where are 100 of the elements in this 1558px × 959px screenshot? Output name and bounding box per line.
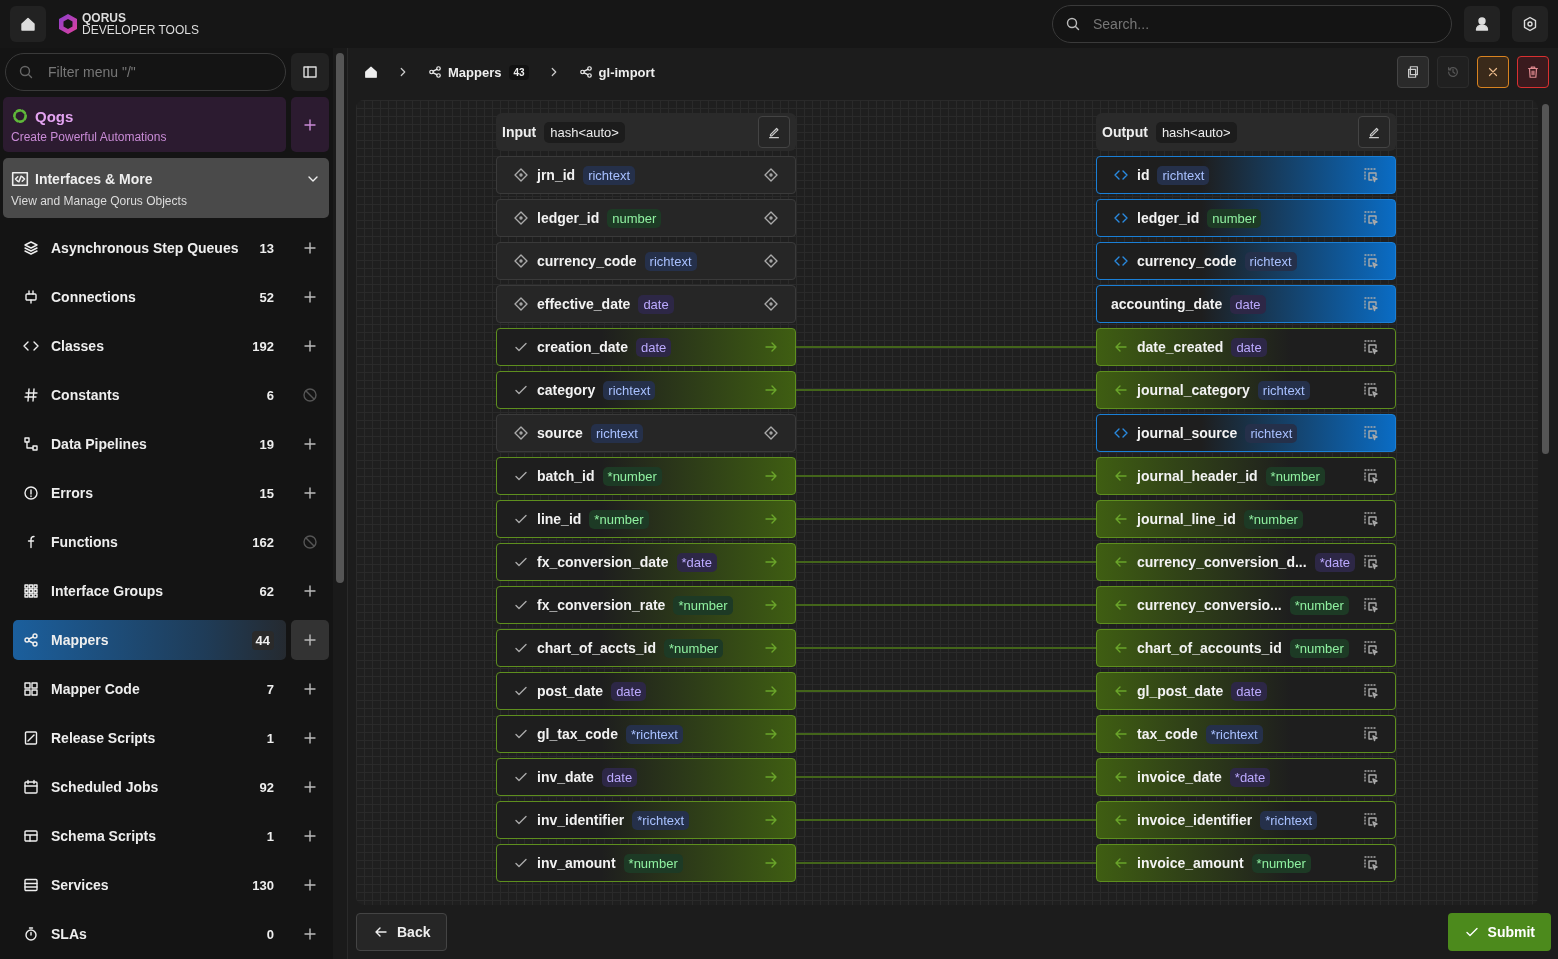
input-field-row[interactable]: inv_date date: [496, 758, 796, 796]
nav-item[interactable]: Scheduled Jobs 92: [13, 767, 286, 807]
edit-button[interactable]: [758, 116, 790, 148]
nav-item[interactable]: Connections 52: [13, 277, 286, 317]
type-tag: *richtext: [632, 810, 690, 830]
logo-icon: [58, 13, 78, 35]
nav-item[interactable]: Classes 192: [13, 326, 286, 366]
output-field-row[interactable]: currency_code richtext: [1096, 242, 1396, 280]
copy-button[interactable]: [1397, 56, 1429, 88]
nav-item[interactable]: Data Pipelines 19: [13, 424, 286, 464]
user-icon: [1474, 16, 1490, 32]
nav-item[interactable]: Release Scripts 1: [13, 718, 286, 758]
close-button[interactable]: [1477, 56, 1509, 88]
target-icon: [763, 425, 779, 441]
type-tag: *number: [673, 595, 733, 615]
submit-button[interactable]: Submit: [1447, 913, 1551, 951]
input-field-row[interactable]: effective_date date: [496, 285, 796, 323]
target-icon: [763, 210, 779, 226]
pencil-icon: [767, 125, 781, 139]
input-field-row[interactable]: fx_conversion_rate *number: [496, 586, 796, 624]
edit-button[interactable]: [1358, 116, 1390, 148]
input-field-row[interactable]: creation_date date: [496, 328, 796, 366]
nav-item[interactable]: Interface Groups 62: [13, 571, 286, 611]
output-field-row[interactable]: accounting_date date: [1096, 285, 1396, 323]
input-field-row[interactable]: ledger_id number: [496, 199, 796, 237]
section-header[interactable]: Interfaces & More View and Manage Qorus Objects: [3, 158, 329, 218]
pencil-icon: [1367, 125, 1381, 139]
nav-item[interactable]: Asynchronous Step Queues 13: [13, 228, 286, 268]
select-cursor-icon: [1363, 597, 1379, 613]
output-field-row[interactable]: journal_source richtext: [1096, 414, 1396, 452]
type-tag: richtext: [1245, 423, 1298, 443]
type-tag: *number: [1243, 509, 1303, 529]
nav-item[interactable]: Mappers 44: [13, 620, 286, 660]
input-field-row[interactable]: source richtext: [496, 414, 796, 452]
home-button[interactable]: [10, 6, 46, 42]
settings-button[interactable]: [1512, 6, 1548, 42]
target-icon: [763, 253, 779, 269]
input-field-row[interactable]: jrn_id richtext: [496, 156, 796, 194]
input-field-row[interactable]: currency_code richtext: [496, 242, 796, 280]
type-tag: *date: [1314, 552, 1355, 572]
input-field-row[interactable]: chart_of_accts_id *number: [496, 629, 796, 667]
output-field-row[interactable]: currency_conversio... *number: [1096, 586, 1396, 624]
qogs-subtitle: Create Powerful Automations: [11, 130, 168, 144]
output-field-row[interactable]: tax_code *richtext: [1096, 715, 1396, 753]
output-field-row[interactable]: journal_line_id *number: [1096, 500, 1396, 538]
output-field-row[interactable]: gl_post_date date: [1096, 672, 1396, 710]
qogs-card[interactable]: Qogs Create Powerful Automations: [3, 97, 286, 152]
history-icon: [1446, 65, 1460, 79]
type-tag: date: [1231, 337, 1267, 357]
input-field-row[interactable]: fx_conversion_date *date: [496, 543, 796, 581]
type-tag: hash<auto>: [1155, 121, 1237, 143]
breadcrumb-link[interactable]: Mappers 43: [428, 64, 529, 80]
output-field-row[interactable]: invoice_date *date: [1096, 758, 1396, 796]
output-field-row[interactable]: currency_conversion_d... *date: [1096, 543, 1396, 581]
input-field-row[interactable]: batch_id *number: [496, 457, 796, 495]
delete-button[interactable]: [1517, 56, 1549, 88]
user-button[interactable]: [1464, 6, 1500, 42]
home-icon: [364, 65, 378, 79]
search-field[interactable]: Search...: [1052, 5, 1452, 43]
scrollbar-thumb[interactable]: [1541, 104, 1549, 454]
output-field-row[interactable]: invoice_amount *number: [1096, 844, 1396, 882]
sidebar-toggle-button[interactable]: [291, 53, 329, 91]
alert-circle-icon: [23, 485, 39, 501]
input-field-row[interactable]: inv_amount *number: [496, 844, 796, 882]
type-tag: richtext: [1257, 380, 1310, 400]
breadcrumb-link[interactable]: gl-import: [578, 64, 655, 80]
output-field-row[interactable]: invoice_identifier *richtext: [1096, 801, 1396, 839]
select-cursor-icon: [1363, 210, 1379, 226]
add-button[interactable]: [291, 620, 329, 660]
back-button[interactable]: Back: [356, 913, 448, 951]
input-field-row[interactable]: category richtext: [496, 371, 796, 409]
nav-item[interactable]: Schema Scripts 1: [13, 816, 286, 856]
mapper-icon: [578, 65, 593, 79]
output-field-row[interactable]: date_created date: [1096, 328, 1396, 366]
home-link[interactable]: [364, 65, 378, 79]
input-field-row[interactable]: post_date date: [496, 672, 796, 710]
type-tag: richtext: [1157, 165, 1210, 185]
input-field-row[interactable]: line_id *number: [496, 500, 796, 538]
filter-input[interactable]: Filter menu "/": [46, 63, 273, 81]
type-tag: date: [1231, 681, 1267, 701]
output-field-row[interactable]: chart_of_accounts_id *number: [1096, 629, 1396, 667]
select-cursor-icon: [1363, 812, 1379, 828]
qogs-title: Qogs: [35, 107, 74, 125]
type-tag: date: [1230, 294, 1266, 314]
output-field-row[interactable]: id richtext: [1096, 156, 1396, 194]
nav-item[interactable]: Services 130: [13, 865, 286, 905]
nav-item[interactable]: Errors 15: [13, 473, 286, 513]
output-field-row[interactable]: ledger_id number: [1096, 199, 1396, 237]
mapper-icon: [428, 65, 442, 79]
search-icon: [18, 64, 34, 80]
output-field-row[interactable]: journal_header_id *number: [1096, 457, 1396, 495]
input-field-row[interactable]: inv_identifier *richtext: [496, 801, 796, 839]
scrollbar-thumb[interactable]: [336, 53, 344, 583]
nav-item[interactable]: Mapper Code 7: [13, 669, 286, 709]
search-input[interactable]: Search...: [1091, 15, 1439, 33]
nav-item[interactable]: SLAs 0: [13, 914, 286, 954]
output-field-row[interactable]: journal_category richtext: [1096, 371, 1396, 409]
layers-icon: [23, 240, 39, 256]
select-cursor-icon: [1363, 769, 1379, 785]
input-field-row[interactable]: gl_tax_code *richtext: [496, 715, 796, 753]
